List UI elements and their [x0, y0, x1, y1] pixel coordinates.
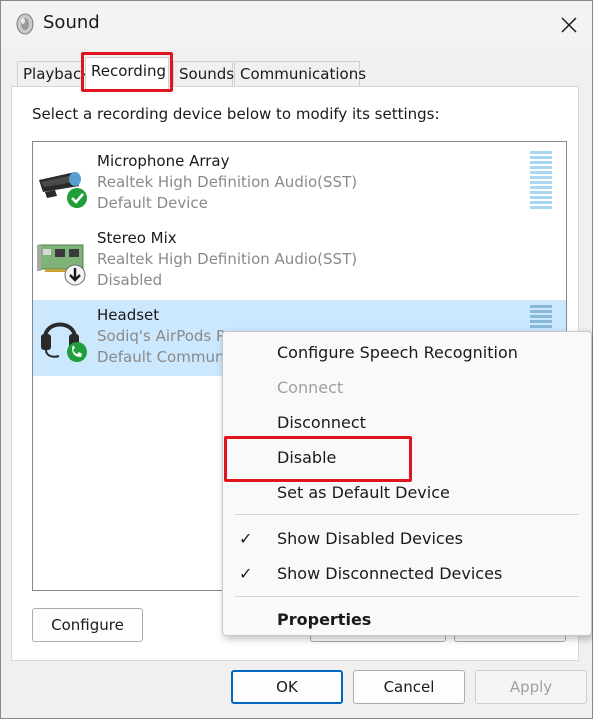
checkmark-icon: ✓ [239, 564, 253, 583]
device-name: Stereo Mix [97, 229, 177, 247]
context-menu: Configure Speech Recognition Connect Dis… [222, 331, 592, 636]
menu-item-properties[interactable]: Properties [223, 603, 591, 637]
menu-item-show-disabled-devices[interactable]: ✓ Show Disabled Devices [223, 522, 591, 556]
device-status: Default Device [97, 194, 208, 212]
list-item-microphone-array[interactable]: Microphone Array Realtek High Definition… [33, 146, 566, 222]
device-driver: Realtek High Definition Audio(SST) [97, 250, 358, 268]
device-driver: Sodiq's AirPods Pr [97, 327, 231, 345]
menu-item-disconnect[interactable]: Disconnect [223, 406, 591, 440]
menu-item-label: Set as Default Device [277, 483, 450, 502]
device-status: Disabled [97, 271, 163, 289]
menu-item-show-disconnected-devices[interactable]: ✓ Show Disconnected Devices [223, 557, 591, 591]
menu-separator [235, 596, 579, 597]
checkmark-icon: ✓ [239, 529, 253, 548]
sound-dialog: Sound Playback Recording Sounds Communic… [0, 0, 593, 719]
close-icon[interactable] [553, 9, 585, 41]
title-bar: Sound [1, 1, 592, 49]
configure-button[interactable]: Configure [32, 608, 143, 642]
tab-communications[interactable]: Communications [234, 61, 366, 87]
tab-playback[interactable]: Playback [17, 61, 90, 87]
tab-sounds[interactable]: Sounds [173, 61, 234, 87]
apply-button[interactable]: Apply [475, 670, 587, 704]
device-driver: Realtek High Definition Audio(SST) [97, 173, 358, 191]
cancel-button[interactable]: Cancel [353, 670, 465, 704]
menu-item-label: Connect [277, 378, 344, 397]
window-title: Sound [43, 12, 100, 33]
menu-item-configure-speech-recognition[interactable]: Configure Speech Recognition [223, 336, 591, 370]
menu-item-label: Disconnect [277, 413, 366, 432]
device-status: Default Communi [97, 348, 229, 366]
menu-item-label: Show Disabled Devices [277, 529, 463, 548]
level-meter [530, 151, 552, 211]
menu-item-label: Properties [277, 610, 372, 629]
menu-separator [235, 514, 579, 515]
headset-icon [41, 322, 87, 362]
menu-item-connect[interactable]: Connect [223, 371, 591, 405]
list-item-stereo-mix[interactable]: Stereo Mix Realtek High Definition Audio… [33, 223, 566, 299]
device-name: Headset [97, 306, 160, 324]
menu-item-label: Configure Speech Recognition [277, 343, 518, 362]
menu-item-label: Show Disconnected Devices [277, 564, 503, 583]
instruction-text: Select a recording device below to modif… [32, 105, 440, 123]
speaker-icon [16, 13, 34, 35]
microphone-icon [39, 172, 87, 208]
ok-button[interactable]: OK [231, 670, 343, 704]
disable-item-highlight [224, 436, 412, 482]
device-name: Microphone Array [97, 152, 230, 170]
recording-tab-highlight [81, 52, 173, 92]
sound-card-icon [37, 244, 86, 286]
